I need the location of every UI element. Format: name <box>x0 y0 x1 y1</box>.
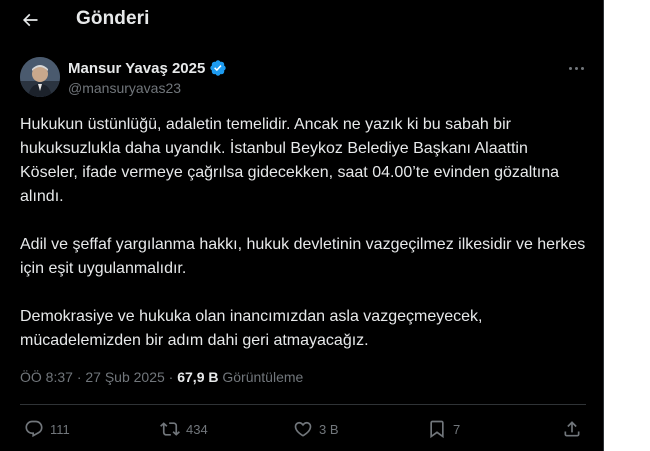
reply-icon <box>25 420 43 438</box>
more-options-button[interactable] <box>564 58 588 78</box>
retweet-count: 434 <box>186 421 208 437</box>
like-button[interactable]: 3 B <box>293 418 339 440</box>
more-horizontal-icon-dot <box>580 66 584 70</box>
more-horizontal-icon-dot <box>568 66 572 70</box>
retweet-icon <box>160 422 180 436</box>
tweet-meta: ÖÖ 8:37 · 27 Şub 2025 · 67,9 B Görüntüle… <box>20 369 303 385</box>
divider <box>20 404 586 405</box>
arrow-left-icon <box>22 13 38 27</box>
author-name-text: Mansur Yavaş 2025 <box>68 59 206 77</box>
reply-count: 111 <box>50 421 70 437</box>
retweet-button[interactable]: 434 <box>160 418 208 440</box>
avatar-image <box>20 57 60 97</box>
share-button[interactable] <box>562 418 582 440</box>
back-button[interactable] <box>14 6 46 34</box>
reply-button[interactable]: 111 <box>24 418 70 440</box>
verified-badge-icon <box>210 60 227 76</box>
more-horizontal-icon-dot <box>574 66 578 70</box>
bookmark-count: 7 <box>453 421 461 437</box>
author-name[interactable]: Mansur Yavaş 2025 <box>68 59 227 77</box>
tweet-paragraph-1: Hukukun üstünlüğü, adaletin temelidir. A… <box>20 116 559 205</box>
share-icon <box>564 421 580 437</box>
page-header: Gönderi <box>0 0 603 40</box>
tweet-paragraph-3: Demokrasiye ve hukuka olan inancımızdan … <box>20 308 483 349</box>
bookmark-button[interactable]: 7 <box>427 418 460 440</box>
views-count: 67,9 B <box>177 369 219 385</box>
author-handle[interactable]: @mansuryavas23 <box>68 80 181 96</box>
avatar[interactable] <box>20 57 60 97</box>
bookmark-icon <box>430 420 444 439</box>
views-label: Görüntüleme <box>222 369 304 385</box>
tweet-date[interactable]: 27 Şub 2025 <box>85 369 164 385</box>
meta-separator: · <box>76 369 82 385</box>
tweet-paragraph-2: Adil ve şeffaf yargılanma hakkı, hukuk d… <box>20 236 586 277</box>
tweet-detail-panel: Gönderi Mansur Yavaş 2025 @mansuryavas23… <box>0 0 604 451</box>
like-count: 3 B <box>319 421 339 437</box>
meta-separator: · <box>168 369 174 385</box>
heart-icon <box>294 421 312 437</box>
tweet-time[interactable]: ÖÖ 8:37 <box>20 369 73 385</box>
page-title: Gönderi <box>76 8 150 29</box>
